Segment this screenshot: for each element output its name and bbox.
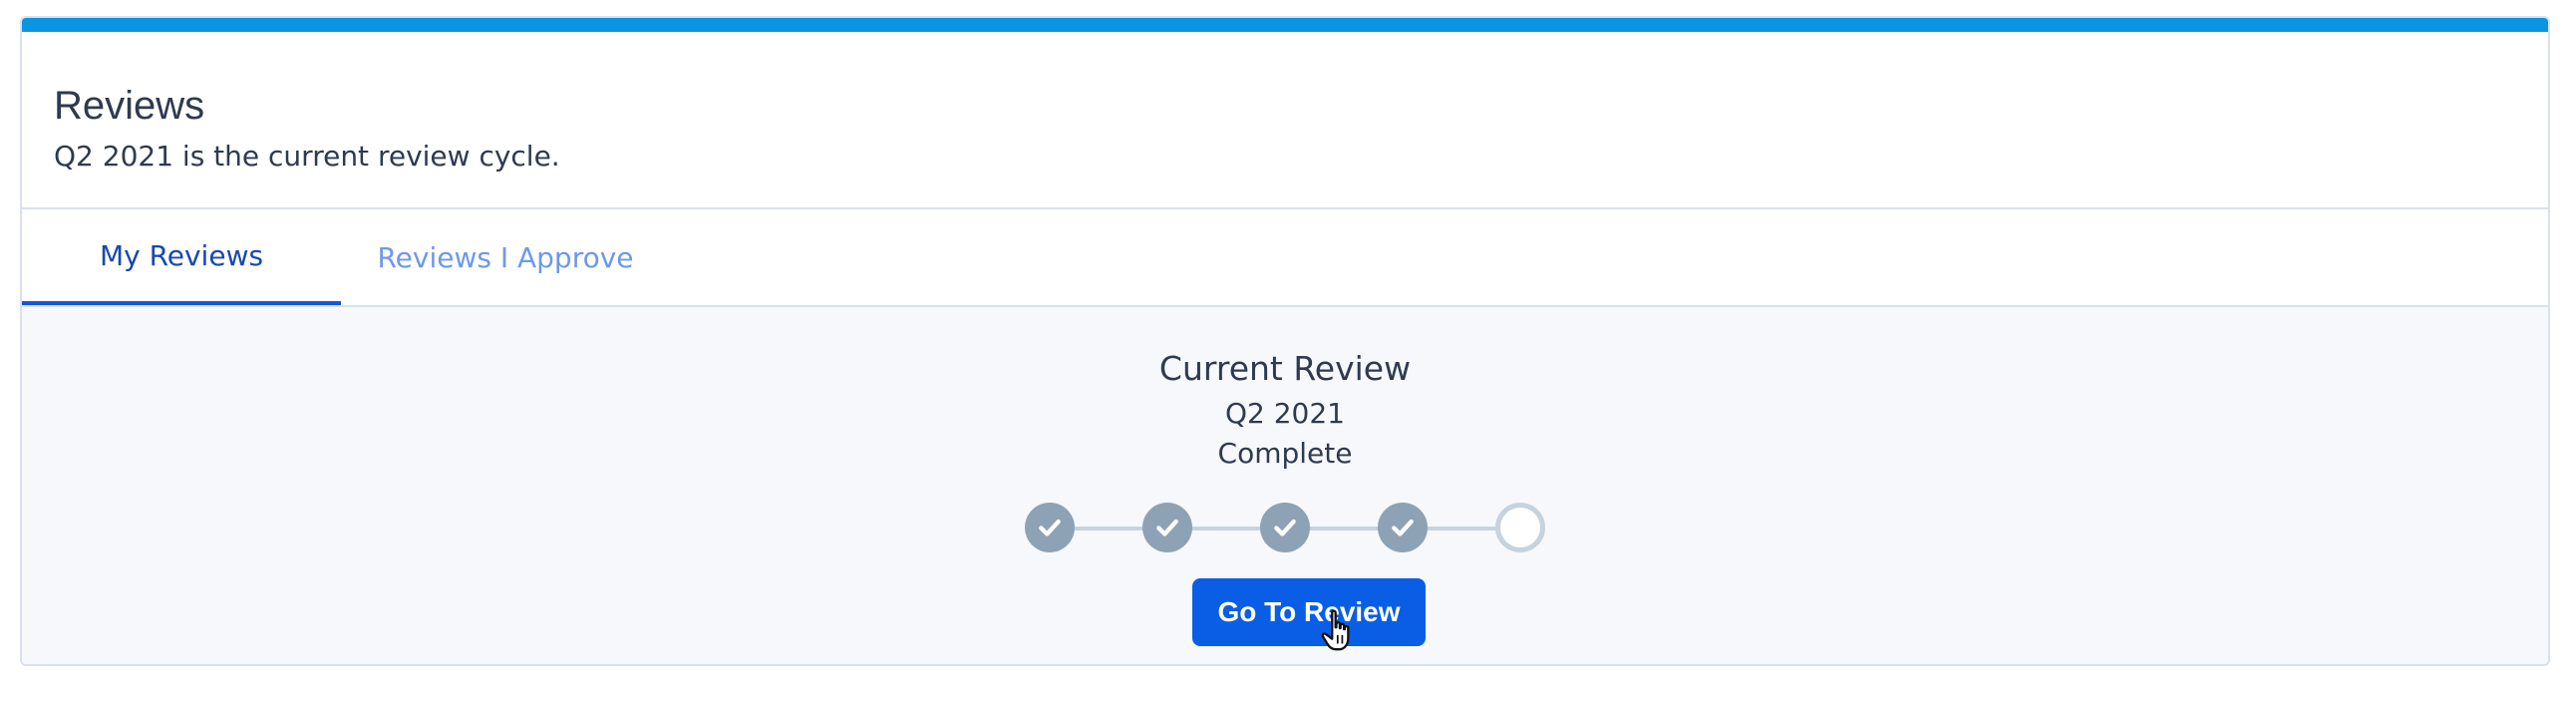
current-review-cycle: Q2 2021	[1224, 397, 1345, 430]
step-2-complete	[1142, 503, 1192, 552]
current-review-heading: Current Review	[1158, 349, 1412, 388]
step-4-complete	[1378, 503, 1428, 552]
reviews-card: Reviews Q2 2021 is the current review cy…	[20, 16, 2550, 666]
tab-bar: My Reviews Reviews I Approve	[22, 209, 2548, 305]
tab-reviews-i-approve[interactable]: Reviews I Approve	[341, 209, 670, 305]
tab-my-reviews[interactable]: My Reviews	[22, 209, 341, 305]
step-1-complete	[1025, 503, 1075, 552]
current-review-status: Complete	[1217, 437, 1353, 470]
review-progress-stepper	[1025, 503, 1547, 554]
check-icon	[1392, 519, 1414, 536]
step-5-pending	[1495, 503, 1545, 552]
check-icon	[1156, 519, 1178, 536]
page-title: Reviews	[54, 84, 205, 128]
check-icon	[1039, 519, 1061, 536]
reviews-header: Reviews Q2 2021 is the current review cy…	[22, 32, 2548, 209]
current-review-panel: Current Review Q2 2021 Complete Go To Re…	[22, 305, 2548, 664]
page-subtitle: Q2 2021 is the current review cycle.	[54, 140, 560, 173]
step-3-complete	[1260, 503, 1310, 552]
go-to-review-button[interactable]: Go To Review	[1192, 578, 1426, 646]
check-icon	[1274, 519, 1296, 536]
accent-bar	[22, 18, 2548, 32]
